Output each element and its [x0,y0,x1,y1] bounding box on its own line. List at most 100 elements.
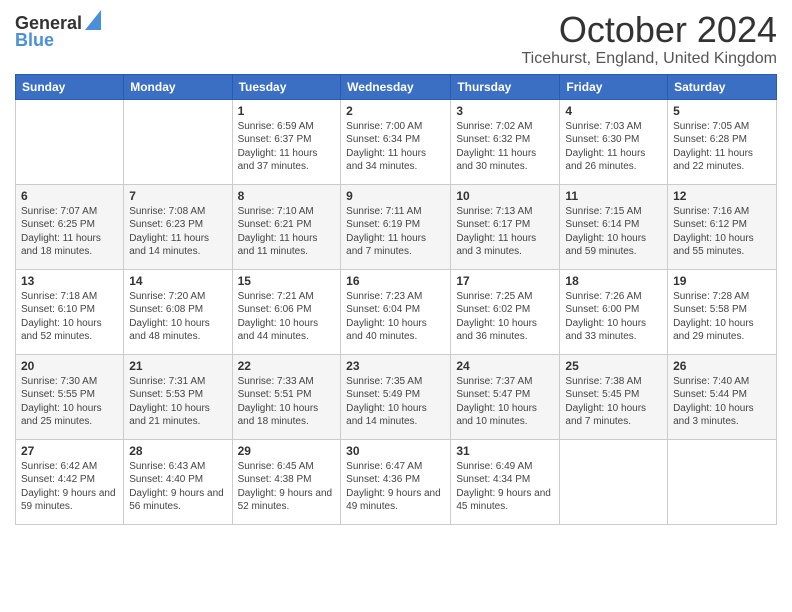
day-info: Sunrise: 7:40 AM Sunset: 5:44 PM Dayligh… [673,375,771,429]
day-number: 7 [129,189,226,203]
table-row [16,99,124,184]
day-info: Sunrise: 6:42 AM Sunset: 4:42 PM Dayligh… [21,460,118,514]
table-row: 16Sunrise: 7:23 AM Sunset: 6:04 PM Dayli… [341,269,451,354]
day-info: Sunrise: 6:59 AM Sunset: 6:37 PM Dayligh… [238,120,336,174]
logo: General Blue [15,10,101,49]
calendar-week-row: 13 Sunrise: 7:18 AM Sunset: 6:10 PM Dayli… [16,269,777,354]
table-row: 12Sunrise: 7:16 AM Sunset: 6:12 PM Dayli… [668,184,777,269]
day-info: Sunrise: 7:08 AM Sunset: 6:23 PM Dayligh… [129,205,226,259]
day-info: Sunrise: 6:45 AM Sunset: 4:38 PM Dayligh… [238,460,336,514]
day-number: 2 [346,104,445,118]
day-number: 15 [238,274,336,288]
day-info: Sunrise: 7:07 AM Sunset: 6:25 PM Dayligh… [21,205,118,259]
day-number: 29 [238,444,336,458]
day-info: Sunrise: 6:43 AM Sunset: 4:40 PM Dayligh… [129,460,226,514]
day-number: 31 [456,444,554,458]
day-number: 28 [129,444,226,458]
day-info: Sunrise: 7:31 AM Sunset: 5:53 PM Dayligh… [129,375,226,429]
col-tuesday: Tuesday [232,74,341,99]
day-number: 10 [456,189,554,203]
table-row: 22 Sunrise: 7:33 AM Sunset: 5:51 PM Dayli… [232,354,341,439]
table-row: 27Sunrise: 6:42 AM Sunset: 4:42 PM Dayli… [16,439,124,524]
day-info: Sunrise: 7:05 AM Sunset: 6:28 PM Dayligh… [673,120,771,174]
day-number: 11 [565,189,662,203]
table-row: 21 Sunrise: 7:31 AM Sunset: 5:53 PM Dayli… [124,354,232,439]
table-row: 28 Sunrise: 6:43 AM Sunset: 4:40 PM Dayli… [124,439,232,524]
month-title: October 2024 [521,10,777,50]
col-monday: Monday [124,74,232,99]
day-number: 9 [346,189,445,203]
day-number: 20 [21,359,118,373]
table-row: 14 Sunrise: 7:20 AM Sunset: 6:08 PM Dayli… [124,269,232,354]
table-row: 9 Sunrise: 7:11 AM Sunset: 6:19 PM Daylig… [341,184,451,269]
table-row: 10 Sunrise: 7:13 AM Sunset: 6:17 PM Dayli… [451,184,560,269]
day-info: Sunrise: 7:30 AM Sunset: 5:55 PM Dayligh… [21,375,118,429]
table-row [560,439,668,524]
day-number: 18 [565,274,662,288]
table-row: 23 Sunrise: 7:35 AM Sunset: 5:49 PM Dayli… [341,354,451,439]
table-row: 30 Sunrise: 6:47 AM Sunset: 4:36 PM Dayli… [341,439,451,524]
day-info: Sunrise: 7:25 AM Sunset: 6:02 PM Dayligh… [456,290,554,344]
location-title: Ticehurst, England, United Kingdom [521,50,777,68]
table-row [124,99,232,184]
day-info: Sunrise: 7:10 AM Sunset: 6:21 PM Dayligh… [238,205,336,259]
col-saturday: Saturday [668,74,777,99]
day-info: Sunrise: 7:11 AM Sunset: 6:19 PM Dayligh… [346,205,445,259]
table-row: 19Sunrise: 7:28 AM Sunset: 5:58 PM Dayli… [668,269,777,354]
day-info: Sunrise: 7:35 AM Sunset: 5:49 PM Dayligh… [346,375,445,429]
table-row: 8 Sunrise: 7:10 AM Sunset: 6:21 PM Daylig… [232,184,341,269]
day-info: Sunrise: 7:20 AM Sunset: 6:08 PM Dayligh… [129,290,226,344]
day-info: Sunrise: 7:18 AM Sunset: 6:10 PM Dayligh… [21,290,118,344]
day-number: 13 [21,274,118,288]
day-number: 3 [456,104,554,118]
col-wednesday: Wednesday [341,74,451,99]
day-number: 5 [673,104,771,118]
day-number: 21 [129,359,226,373]
day-info: Sunrise: 7:13 AM Sunset: 6:17 PM Dayligh… [456,205,554,259]
day-number: 25 [565,359,662,373]
calendar-table: Sunday Monday Tuesday Wednesday Thursday… [15,74,777,525]
day-number: 14 [129,274,226,288]
day-number: 1 [238,104,336,118]
table-row: 18 Sunrise: 7:26 AM Sunset: 6:00 PM Dayli… [560,269,668,354]
calendar-week-row: 20 Sunrise: 7:30 AM Sunset: 5:55 PM Dayli… [16,354,777,439]
day-number: 23 [346,359,445,373]
day-info: Sunrise: 7:26 AM Sunset: 6:00 PM Dayligh… [565,290,662,344]
table-row: 15 Sunrise: 7:21 AM Sunset: 6:06 PM Dayli… [232,269,341,354]
table-row: 26 Sunrise: 7:40 AM Sunset: 5:44 PM Dayli… [668,354,777,439]
table-row: 3 Sunrise: 7:02 AM Sunset: 6:32 PM Daylig… [451,99,560,184]
table-row: 4Sunrise: 7:03 AM Sunset: 6:30 PM Daylig… [560,99,668,184]
table-row: 17Sunrise: 7:25 AM Sunset: 6:02 PM Dayli… [451,269,560,354]
table-row: 1 Sunrise: 6:59 AM Sunset: 6:37 PM Daylig… [232,99,341,184]
title-block: October 2024 Ticehurst, England, United … [521,10,777,68]
table-row: 5 Sunrise: 7:05 AM Sunset: 6:28 PM Daylig… [668,99,777,184]
day-number: 19 [673,274,771,288]
day-number: 22 [238,359,336,373]
table-row: 6Sunrise: 7:07 AM Sunset: 6:25 PM Daylig… [16,184,124,269]
day-info: Sunrise: 7:37 AM Sunset: 5:47 PM Dayligh… [456,375,554,429]
day-number: 24 [456,359,554,373]
calendar-week-row: 1 Sunrise: 6:59 AM Sunset: 6:37 PM Daylig… [16,99,777,184]
day-number: 26 [673,359,771,373]
day-info: Sunrise: 7:38 AM Sunset: 5:45 PM Dayligh… [565,375,662,429]
day-info: Sunrise: 6:49 AM Sunset: 4:34 PM Dayligh… [456,460,554,514]
day-info: Sunrise: 6:47 AM Sunset: 4:36 PM Dayligh… [346,460,445,514]
logo-triangle-icon [85,10,101,30]
table-row: 20 Sunrise: 7:30 AM Sunset: 5:55 PM Dayli… [16,354,124,439]
day-info: Sunrise: 7:33 AM Sunset: 5:51 PM Dayligh… [238,375,336,429]
table-row: 25 Sunrise: 7:38 AM Sunset: 5:45 PM Dayli… [560,354,668,439]
day-number: 8 [238,189,336,203]
day-info: Sunrise: 7:03 AM Sunset: 6:30 PM Dayligh… [565,120,662,174]
col-thursday: Thursday [451,74,560,99]
day-info: Sunrise: 7:23 AM Sunset: 6:04 PM Dayligh… [346,290,445,344]
table-row: 29 Sunrise: 6:45 AM Sunset: 4:38 PM Dayli… [232,439,341,524]
page: General Blue October 2024 Ticehurst, Eng… [0,0,792,612]
calendar-header-row: Sunday Monday Tuesday Wednesday Thursday… [16,74,777,99]
day-info: Sunrise: 7:21 AM Sunset: 6:06 PM Dayligh… [238,290,336,344]
day-number: 30 [346,444,445,458]
table-row: 7 Sunrise: 7:08 AM Sunset: 6:23 PM Daylig… [124,184,232,269]
logo-general-text: General [15,14,82,32]
table-row: 31 Sunrise: 6:49 AM Sunset: 4:34 PM Dayli… [451,439,560,524]
col-friday: Friday [560,74,668,99]
day-info: Sunrise: 7:02 AM Sunset: 6:32 PM Dayligh… [456,120,554,174]
